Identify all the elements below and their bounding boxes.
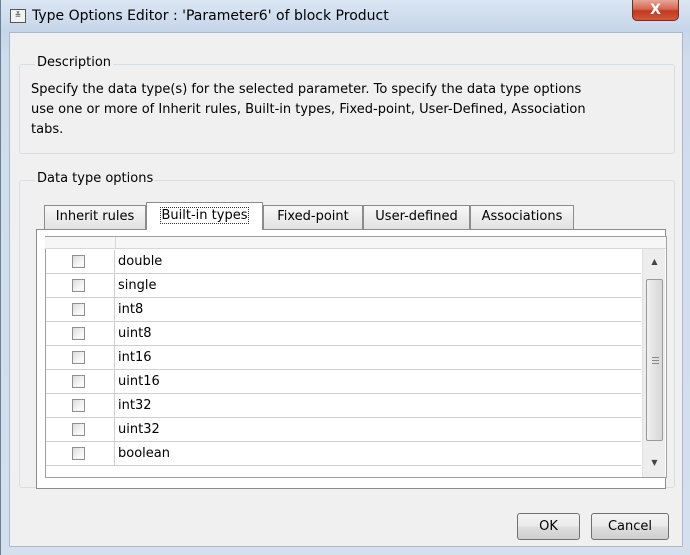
type-checkbox[interactable]: [72, 279, 85, 292]
table-row[interactable]: uint8: [46, 322, 641, 346]
description-line: Specify the data type(s) for the selecte…: [31, 82, 582, 97]
type-checkbox[interactable]: [72, 375, 85, 388]
tab-label: Fixed-point: [277, 209, 349, 224]
type-name: int8: [118, 302, 144, 317]
description-line: tabs.: [31, 122, 64, 137]
tab-built-in-types[interactable]: Built-in types: [146, 202, 263, 230]
table-row[interactable]: int16: [46, 346, 641, 370]
checkbox-cell: [46, 298, 115, 322]
type-name: boolean: [118, 446, 170, 461]
type-options-editor-window: ≚ Type Options Editor : 'Parameter6' of …: [0, 0, 690, 555]
table-row[interactable]: uint32: [46, 418, 641, 442]
title-bar[interactable]: ≚ Type Options Editor : 'Parameter6' of …: [1, 0, 690, 32]
table-row[interactable]: int8: [46, 298, 641, 322]
header-divider: [115, 237, 116, 249]
type-name: single: [118, 278, 157, 293]
tab-label: Built-in types: [159, 207, 250, 224]
data-type-options-legend: Data type options: [35, 171, 156, 186]
type-name: double: [118, 254, 163, 269]
scroll-up-arrow-icon[interactable]: ▲: [643, 253, 666, 270]
table-row[interactable]: uint16: [46, 370, 641, 394]
type-name: int16: [118, 350, 152, 365]
tab-label: User-defined: [375, 209, 458, 224]
description-line: use one or more of Inherit rules, Built-…: [31, 102, 586, 117]
table-header: [45, 237, 666, 249]
checkbox-cell: [46, 394, 115, 418]
type-name: int32: [118, 398, 152, 413]
window-title: Type Options Editor : 'Parameter6' of bl…: [32, 8, 389, 24]
ok-button[interactable]: OK: [517, 513, 580, 540]
table-scrollbar[interactable]: ▲ ▼: [642, 249, 665, 477]
tab-user-defined[interactable]: User-defined: [363, 205, 470, 229]
scroll-down-arrow-icon[interactable]: ▼: [643, 454, 666, 471]
tab-associations[interactable]: Associations: [470, 205, 574, 229]
tab-label: Associations: [481, 209, 563, 224]
description-text: Specify the data type(s) for the selecte…: [31, 80, 671, 140]
close-button[interactable]: X: [632, 0, 679, 21]
table-row[interactable]: int32: [46, 394, 641, 418]
type-name: uint32: [118, 422, 160, 437]
checkbox-cell: [46, 250, 115, 274]
table-row[interactable]: double: [46, 250, 641, 274]
checkbox-cell: [46, 418, 115, 442]
type-name: uint8: [118, 326, 152, 341]
type-checkbox[interactable]: [72, 423, 85, 436]
checkbox-cell: [46, 442, 115, 466]
type-name: uint16: [118, 374, 160, 389]
grip-icon: [652, 357, 659, 364]
scroll-thumb[interactable]: [646, 279, 663, 441]
type-checkbox[interactable]: [72, 351, 85, 364]
type-checkbox[interactable]: [72, 255, 85, 268]
checkbox-cell: [46, 274, 115, 298]
type-checkbox[interactable]: [72, 303, 85, 316]
tab-fixed-point[interactable]: Fixed-point: [263, 205, 363, 229]
checkbox-cell: [46, 346, 115, 370]
type-checkbox[interactable]: [72, 399, 85, 412]
matlab-block-icon: ≚: [10, 9, 26, 23]
tab-inherit-rules[interactable]: Inherit rules: [44, 205, 146, 229]
tab-label: Inherit rules: [55, 209, 135, 224]
table-row[interactable]: single: [46, 274, 641, 298]
description-legend: Description: [35, 55, 114, 70]
cancel-button[interactable]: Cancel: [591, 513, 669, 540]
type-checkbox[interactable]: [72, 327, 85, 340]
type-checkbox[interactable]: [72, 447, 85, 460]
checkbox-cell: [46, 322, 115, 346]
table-row[interactable]: boolean: [46, 442, 641, 466]
checkbox-cell: [46, 370, 115, 394]
